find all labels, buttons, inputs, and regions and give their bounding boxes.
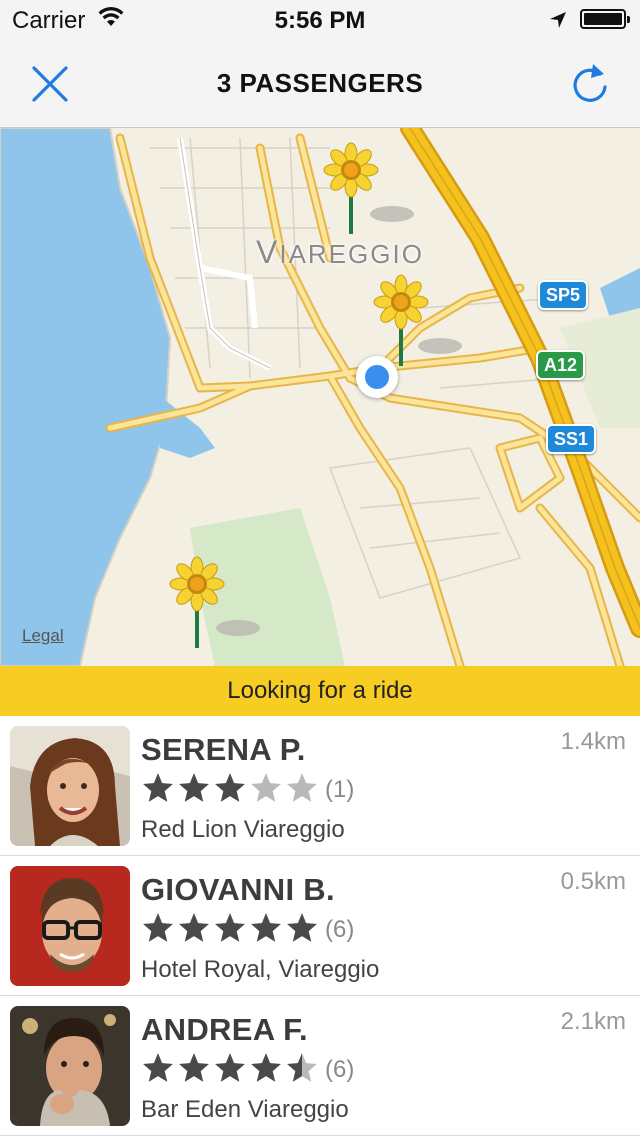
star-icon [141,771,177,810]
page-title: 3 PASSENGERS [216,68,424,98]
sunflower-pin-icon [169,556,225,648]
passenger-row[interactable]: GIOVANNI B. 0.5km (6) Hotel Royal, Viare… [0,856,640,996]
location-arrow-icon [548,9,568,37]
legal-link[interactable]: Legal [22,626,64,646]
passenger-pin[interactable] [322,142,382,252]
rating-stars: (6) [141,1052,354,1088]
user-location-dot [356,356,398,398]
review-count: (1) [325,776,355,803]
status-banner: Looking for a ride [0,666,640,716]
star-icon [177,911,213,950]
star-icon [249,911,285,950]
passenger-location: Bar Eden Viareggio [141,1096,349,1123]
passenger-name: SERENA P. [141,732,306,767]
status-time: 5:56 PM [274,7,366,34]
refresh-button[interactable] [566,60,614,108]
refresh-icon [573,64,607,102]
passenger-distance: 1.4km [560,728,626,755]
star-icon [213,771,249,810]
star-icon [177,1051,213,1090]
passenger-location: Hotel Royal, Viareggio [141,956,380,983]
avatar [10,726,130,846]
star-icon [249,1051,285,1090]
road-shield-ss1: SS1 [546,424,597,454]
star-icon [285,1051,321,1090]
map-base [0,128,640,666]
road-shield-a12: A12 [536,350,586,380]
star-icon [249,771,285,810]
star-icon [285,911,321,950]
passenger-pin[interactable] [168,556,228,666]
star-icon [177,771,213,810]
battery-icon [580,9,630,29]
navigation-bar: 3 PASSENGERS [0,40,640,128]
status-bar: Carrier 5:56 PM [0,0,640,40]
star-icon [285,771,321,810]
rating-stars: (6) [141,912,354,948]
passenger-row[interactable]: SERENA P. 1.4km (1) Red Lion Viareggio [0,716,640,856]
star-icon [141,1051,177,1090]
star-icon [213,1051,249,1090]
map-view[interactable]: VIAREGGIO SP5 A12 SS1 Legal [0,128,640,666]
passenger-distance: 2.1km [560,1008,626,1035]
passenger-name: ANDREA F. [141,1012,308,1047]
passenger-name: GIOVANNI B. [141,872,335,907]
avatar [10,866,130,986]
review-count: (6) [325,1056,355,1083]
review-count: (6) [325,916,355,943]
passenger-list: SERENA P. 1.4km (1) Red Lion Viareggio G… [0,716,640,1136]
passenger-row[interactable]: ANDREA F. 2.1km (6) Bar Eden Viareggio [0,996,640,1136]
star-icon [141,911,177,950]
avatar [10,1006,130,1126]
passenger-distance: 0.5km [560,868,626,895]
rating-stars: (1) [141,772,354,808]
road-shield-sp5: SP5 [538,280,589,310]
passenger-location: Red Lion Viareggio [141,816,345,843]
sunflower-pin-icon [323,142,379,234]
star-icon [213,911,249,950]
